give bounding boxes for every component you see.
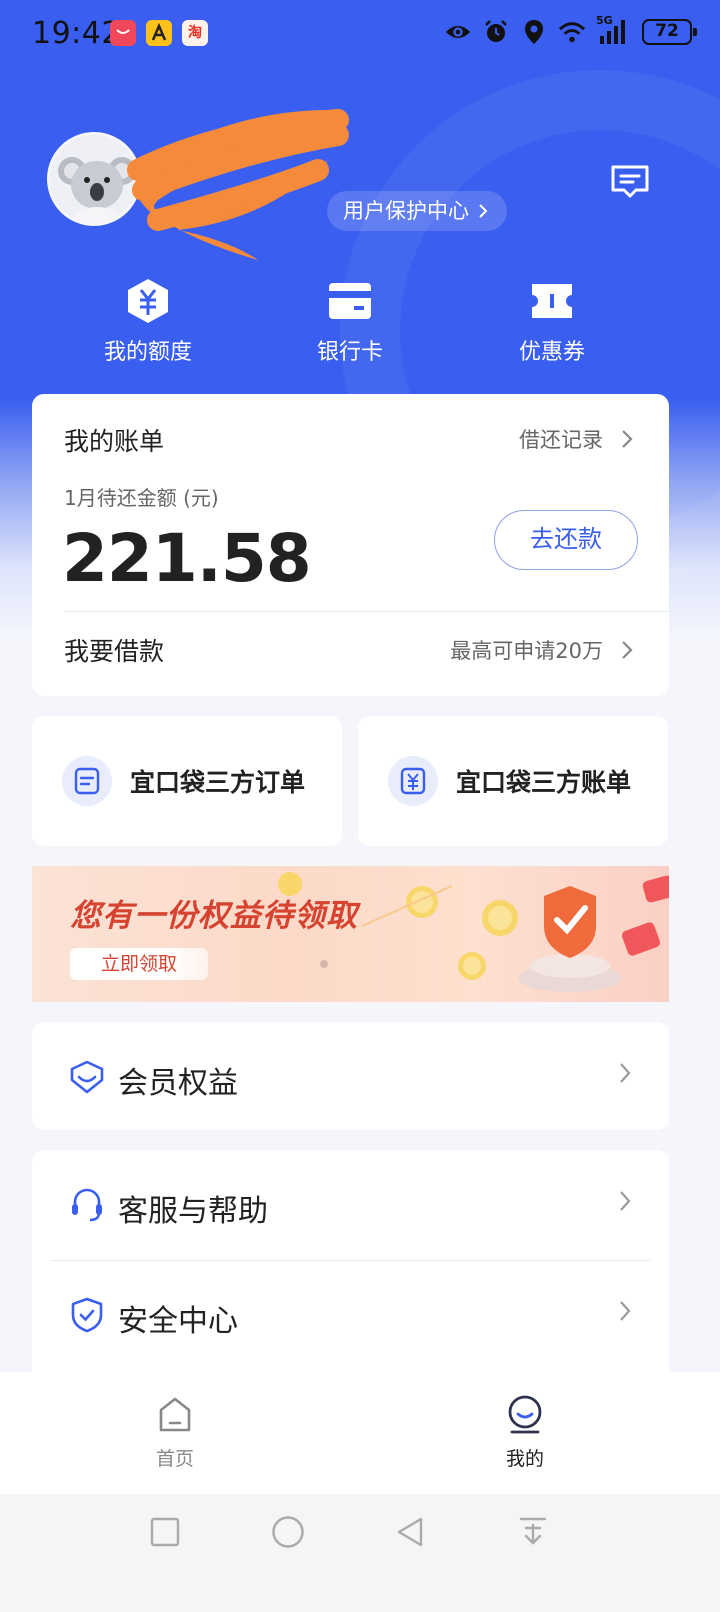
service-card: 客服与帮助 安全中心 xyxy=(32,1150,669,1390)
back-button[interactable] xyxy=(390,1512,430,1552)
coupon-icon xyxy=(452,278,652,324)
message-button[interactable] xyxy=(608,160,652,204)
nav-mine[interactable]: 我的 xyxy=(465,1394,585,1471)
member-benefits-label: 会员权益 xyxy=(118,1066,238,1101)
eye-icon xyxy=(444,18,472,46)
bottom-nav: 首页 我的 xyxy=(0,1372,720,1494)
chevron-right-icon xyxy=(622,641,633,659)
menu-item-customer-service[interactable]: 客服与帮助 xyxy=(32,1150,669,1260)
quota-icon xyxy=(48,278,248,324)
third-party-orders-button[interactable]: 宜口袋三方订单 xyxy=(32,716,342,846)
message-icon xyxy=(611,165,649,198)
third-party-orders-label: 宜口袋三方订单 xyxy=(130,768,306,797)
signal-icon: 5G xyxy=(596,14,632,46)
status-bar: 19:42 淘 5G 72 xyxy=(0,0,720,68)
bill-title: 我的账单 xyxy=(64,427,165,456)
menu-item-security-center[interactable]: 安全中心 xyxy=(32,1260,669,1370)
nav-home[interactable]: 首页 xyxy=(115,1394,235,1471)
nav-mine-label: 我的 xyxy=(505,1448,544,1470)
taobao-app-icon: 淘 xyxy=(182,20,208,46)
third-party-bills-label: 宜口袋三方账单 xyxy=(456,768,632,797)
wifi-icon xyxy=(558,18,586,46)
location-icon xyxy=(520,18,548,46)
chevron-right-icon xyxy=(619,1062,631,1088)
user-protection-label: 用户保护中心 xyxy=(343,199,469,223)
chevron-right-icon xyxy=(619,1190,631,1216)
coupon-button[interactable]: 优惠券 xyxy=(452,278,652,366)
quota-button[interactable]: 我的额度 xyxy=(48,278,248,366)
status-time: 19:42 xyxy=(32,16,121,51)
bank-card-icon xyxy=(250,278,450,324)
nav-home-label: 首页 xyxy=(155,1448,194,1470)
profile-icon xyxy=(465,1394,585,1436)
borrow-limit-text: 最高可申请20万 xyxy=(450,639,603,663)
home-system-button[interactable] xyxy=(268,1512,308,1552)
circle-icon xyxy=(272,1516,304,1548)
square-icon xyxy=(150,1517,180,1547)
chevron-right-icon xyxy=(622,430,633,448)
bank-card-button[interactable]: 银行卡 xyxy=(250,278,450,366)
bill-subtitle: 1月待还金额 (元) xyxy=(64,486,219,510)
security-center-label: 安全中心 xyxy=(118,1304,238,1339)
recent-apps-button[interactable] xyxy=(145,1512,185,1552)
member-card: 会员权益 xyxy=(32,1022,669,1130)
customer-service-label: 客服与帮助 xyxy=(118,1194,268,1229)
quota-label: 我的额度 xyxy=(103,340,192,365)
bill-amount: 221.58 xyxy=(62,520,312,597)
benefit-banner[interactable]: 您有一份权益待领取 立即领取 xyxy=(32,866,669,1002)
home-icon xyxy=(115,1394,235,1436)
borrow-title[interactable]: 我要借款 xyxy=(64,632,164,668)
repay-button[interactable]: 去还款 xyxy=(494,510,638,570)
borrow-repay-record-link[interactable]: 借还记录 xyxy=(519,424,633,454)
battery-indicator: 72 xyxy=(642,19,697,45)
coupon-label: 优惠券 xyxy=(518,340,585,365)
borrow-limit-link[interactable]: 最高可申请20万 xyxy=(450,635,633,665)
chevron-right-icon xyxy=(619,1300,631,1326)
order-icon xyxy=(62,756,112,806)
member-icon xyxy=(68,1058,106,1096)
shield-icon xyxy=(68,1296,106,1334)
user-protection-center-button[interactable]: 用户保护中心 xyxy=(327,191,507,231)
system-navigation-bar xyxy=(0,1494,720,1612)
bill-card: 我的账单 借还记录 1月待还金额 (元) 221.58 去还款 我要借款 最高可… xyxy=(32,394,669,696)
redaction-scribble xyxy=(127,109,349,260)
a-app-icon xyxy=(146,20,172,46)
pull-down-icon xyxy=(519,1517,547,1545)
headset-icon xyxy=(68,1186,106,1224)
menu-item-member-benefits[interactable]: 会员权益 xyxy=(32,1022,669,1132)
bank-card-label: 银行卡 xyxy=(316,340,383,365)
network-label: 5G xyxy=(596,14,613,27)
bill-yuan-icon xyxy=(388,756,438,806)
triangle-back-icon xyxy=(397,1517,423,1547)
banner-title: 您有一份权益待领取 xyxy=(70,898,358,934)
divider xyxy=(64,611,669,612)
red-app-icon xyxy=(110,20,136,46)
third-party-bills-button[interactable]: 宜口袋三方账单 xyxy=(358,716,668,846)
record-label: 借还记录 xyxy=(519,428,603,452)
alarm-icon xyxy=(482,18,510,46)
chevron-right-icon xyxy=(479,204,488,218)
claim-now-button[interactable]: 立即领取 xyxy=(70,948,208,980)
notification-pull-button[interactable] xyxy=(513,1512,553,1552)
status-icons: 5G 72 xyxy=(444,14,697,46)
